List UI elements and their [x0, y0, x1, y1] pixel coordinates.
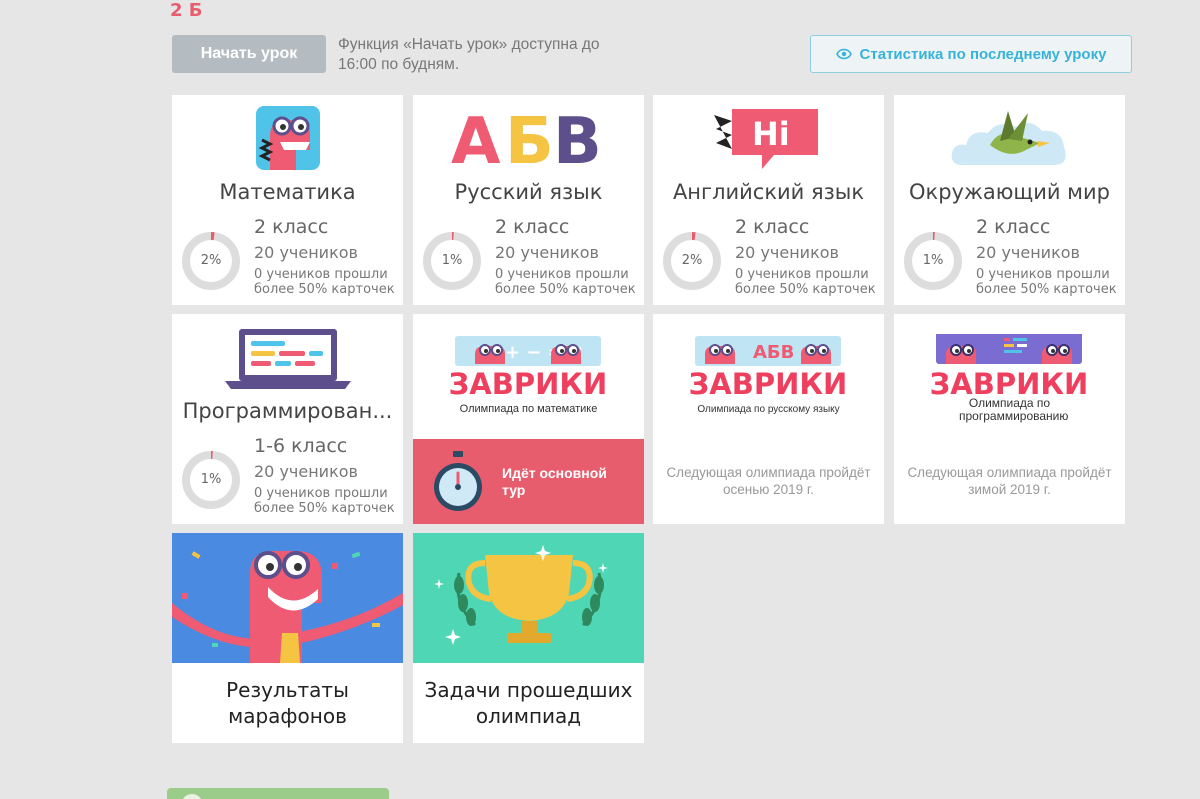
olympiad-subtitle: Олимпиада по русскому языку — [697, 404, 840, 415]
hi-text: Hi — [752, 115, 790, 153]
subject-card-world[interactable]: Окружающий мир 1% 2 класс 20 учеников 0 … — [894, 95, 1125, 305]
grade-label: 2 класс — [735, 216, 810, 238]
subject-name: Окружающий мир — [908, 180, 1110, 204]
grade-label: 1-6 класс — [254, 435, 348, 457]
logo-letter-b: Б — [505, 105, 554, 171]
olympiad-card-math[interactable]: + − = × ЗАВРИКИ Олимпиада по математике … — [413, 314, 644, 524]
logo-letter-v: В — [553, 105, 602, 171]
students-count: 20 учеников — [254, 243, 358, 262]
progress-percent: 1% — [441, 253, 463, 268]
eye-icon — [835, 48, 852, 60]
abv-logo: А Б В — [413, 105, 644, 171]
olympiad-status-banner[interactable]: Идёт основной тур — [413, 439, 644, 524]
past-olympiad-tasks-title: Задачи прошедших олимпиад — [424, 678, 633, 728]
subject-card-math[interactable]: Математика 2% 2 класс 20 учеников 0 учен… — [172, 95, 403, 305]
passed-note: 0 учеников прошли более 50% карточек — [735, 267, 876, 297]
bird-cloud-logo — [894, 105, 1125, 171]
students-count: 20 учеников — [735, 243, 839, 262]
zavriki-brand: ЗАВРИКИ — [689, 367, 848, 401]
past-olympiad-tasks-card[interactable]: Задачи прошедших олимпиад — [413, 533, 644, 743]
stopwatch-icon — [434, 451, 482, 511]
subject-card-russian[interactable]: А Б В Русский язык 1% 2 класс 20 ученико… — [413, 95, 644, 305]
passed-note: 0 учеников прошли более 50% карточек — [495, 267, 636, 297]
trophy-illustration — [413, 533, 644, 663]
passed-note: 0 учеников прошли более 50% карточек — [254, 267, 395, 297]
students-count: 20 учеников — [976, 243, 1080, 262]
students-count: 20 учеников — [254, 462, 358, 481]
class-title: 2 Б — [170, 0, 203, 21]
abv-logo-text: АБВ — [753, 342, 794, 363]
students-count: 20 учеников — [495, 243, 599, 262]
grade-label: 2 класс — [976, 216, 1051, 238]
olympiad-subtitle: Олимпиада по математике — [459, 403, 598, 415]
zavriki-math-logo: + − = × ЗАВРИКИ — [449, 336, 608, 401]
progress-percent: 2% — [200, 253, 222, 268]
subject-name: Математика — [219, 180, 356, 204]
olympiad-next-date: Следующая олимпиада пройдёт осенью 2019 … — [666, 465, 871, 497]
start-lesson-note: Функция «Начать урок» доступна до 16:00 … — [338, 36, 600, 73]
olympiad-next-date: Следующая олимпиада пройдёт зимой 2019 г… — [907, 465, 1112, 497]
marathon-results-card[interactable]: Результаты марафонов — [172, 533, 403, 743]
olympiad-card-programming[interactable]: ЗАВРИКИ Олимпиада по программированию Сл… — [894, 314, 1125, 524]
button-icon — [181, 794, 203, 799]
grade-label: 2 класс — [254, 216, 329, 238]
stats-label: Статистика по последнему уроку — [859, 45, 1107, 63]
progress-percent: 1% — [922, 253, 944, 268]
zavriki-brand: ЗАВРИКИ — [449, 367, 608, 401]
olympiad-status: Идёт основной тур — [502, 465, 607, 498]
laptop-logo — [172, 326, 403, 392]
bottom-action-button[interactable] — [167, 788, 389, 799]
start-lesson-button[interactable]: Начать урок — [172, 35, 326, 73]
subject-name: Английский язык — [672, 180, 865, 204]
grade-label: 2 класс — [495, 216, 570, 238]
zavriki-russian-logo: АБВ ЗАВРИКИ — [689, 336, 848, 401]
marathon-dino-illustration — [172, 533, 403, 663]
passed-note: 0 учеников прошли более 50% карточек — [254, 486, 395, 516]
subject-name: Русский язык — [454, 180, 603, 204]
olympiad-subtitle: Олимпиада по программированию — [959, 396, 1069, 423]
dino-math-logo — [172, 105, 403, 171]
subject-card-programming[interactable]: Программирован... 1% 1-6 класс 20 ученик… — [172, 314, 403, 524]
subject-name: Программирован... — [182, 399, 393, 423]
subject-card-english[interactable]: Hi Английский язык 2% 2 класс 20 ученико… — [653, 95, 884, 305]
progress-percent: 1% — [200, 472, 222, 487]
olympiad-card-russian[interactable]: АБВ ЗАВРИКИ Олимпиада по русскому языку … — [653, 314, 884, 524]
logo-letter-a: А — [451, 105, 501, 171]
hi-bubble-logo: Hi — [653, 105, 884, 171]
progress-percent: 2% — [681, 253, 703, 268]
marathon-results-title: Результаты марафонов — [226, 678, 349, 728]
passed-note: 0 учеников прошли более 50% карточек — [976, 267, 1117, 297]
last-lesson-stats-button[interactable]: Статистика по последнему уроку — [810, 35, 1132, 73]
